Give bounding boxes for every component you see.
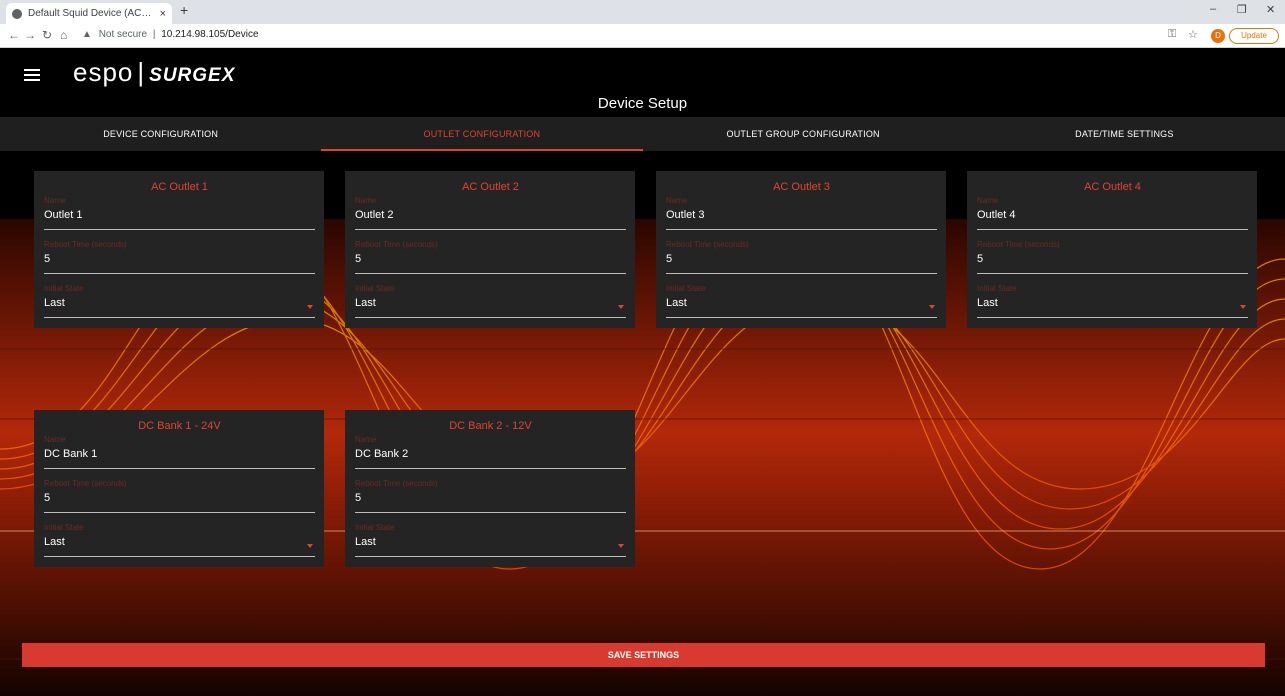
card-title: AC Outlet 4 xyxy=(1084,181,1141,193)
name-label: Name xyxy=(355,435,377,444)
name-input[interactable]: Outlet 4 xyxy=(977,206,1248,230)
menu-icon[interactable] xyxy=(24,69,40,81)
initial-state-select[interactable]: Last xyxy=(44,294,315,318)
name-label: Name xyxy=(666,196,688,205)
initial-state-label: Initial State xyxy=(977,284,1017,293)
card-title: DC Bank 2 - 12V xyxy=(449,420,532,432)
tab-outlet-configuration[interactable]: OUTLET CONFIGURATION xyxy=(321,117,643,151)
initial-state-select[interactable]: Last xyxy=(977,294,1248,318)
close-tab-icon[interactable]: × xyxy=(160,8,166,20)
name-input[interactable]: Outlet 2 xyxy=(355,206,626,230)
update-button[interactable]: Update xyxy=(1229,28,1279,44)
browser-tab-strip: Default Squid Device (ACMs672) × + – ❐ ✕ xyxy=(0,0,1285,24)
reboot-time-label: Reboot Time (seconds) xyxy=(44,240,127,249)
dropdown-arrow-icon[interactable] xyxy=(618,544,624,548)
dropdown-arrow-icon[interactable] xyxy=(307,544,313,548)
reboot-time-input[interactable]: 5 xyxy=(355,489,626,513)
url-field[interactable]: ▲ Not secure | 10.214.98.105/Device xyxy=(82,29,259,40)
minimize-icon[interactable]: – xyxy=(1210,3,1216,15)
card-title: DC Bank 1 - 24V xyxy=(138,420,221,432)
forward-icon[interactable]: → xyxy=(24,28,36,42)
initial-state-label: Initial State xyxy=(355,523,395,532)
initial-state-label: Initial State xyxy=(666,284,706,293)
reboot-time-input[interactable]: 5 xyxy=(977,250,1248,274)
reboot-time-label: Reboot Time (seconds) xyxy=(977,240,1060,249)
address-bar-row: ← → ↻ ⌂ ▲ Not secure | 10.214.98.105/Dev… xyxy=(0,24,1285,48)
tab-device-configuration[interactable]: DEVICE CONFIGURATION xyxy=(0,117,321,151)
dc-bank-card: DC Bank 1 - 24V Name DC Bank 1 Reboot Ti… xyxy=(34,410,324,567)
reboot-time-input[interactable]: 5 xyxy=(44,250,315,274)
app-root: espo | SURGEX Device Setup DEVICE CONFIGUR… xyxy=(0,49,1285,696)
initial-state-label: Initial State xyxy=(44,284,84,293)
reboot-time-input[interactable]: 5 xyxy=(44,489,315,513)
name-input[interactable]: Outlet 3 xyxy=(666,206,937,230)
dropdown-arrow-icon[interactable] xyxy=(618,305,624,309)
warning-icon: ▲ xyxy=(82,29,92,40)
key-icon[interactable]: ⚿ xyxy=(1168,28,1176,41)
outlet-card: AC Outlet 4 Name Outlet 4 Reboot Time (s… xyxy=(967,171,1257,328)
config-tabs: DEVICE CONFIGURATION OUTLET CONFIGURATIO… xyxy=(0,117,1285,151)
outlet-card: AC Outlet 1 Name Outlet 1 Reboot Time (s… xyxy=(34,171,324,328)
globe-icon xyxy=(12,8,22,19)
reboot-time-label: Reboot Time (seconds) xyxy=(44,479,127,488)
initial-state-select[interactable]: Last xyxy=(355,533,626,557)
name-input[interactable]: DC Bank 1 xyxy=(44,445,315,469)
tab-date-time-settings[interactable]: DATE/TIME SETTINGS xyxy=(964,117,1285,151)
reboot-time-input[interactable]: 5 xyxy=(666,250,937,274)
dc-bank-card: DC Bank 2 - 12V Name DC Bank 2 Reboot Ti… xyxy=(345,410,635,567)
name-input[interactable]: DC Bank 2 xyxy=(355,445,626,469)
reboot-time-label: Reboot Time (seconds) xyxy=(355,479,438,488)
card-title: AC Outlet 1 xyxy=(151,181,208,193)
url-text: 10.214.98.105/Device xyxy=(161,29,259,40)
reboot-time-label: Reboot Time (seconds) xyxy=(666,240,749,249)
profile-avatar[interactable]: D xyxy=(1211,29,1225,43)
card-title: AC Outlet 3 xyxy=(773,181,830,193)
espo-surgex-logo: espo | SURGEX xyxy=(73,57,236,87)
initial-state-label: Initial State xyxy=(44,523,84,532)
window-close-icon[interactable]: ✕ xyxy=(1266,3,1275,16)
back-icon[interactable]: ← xyxy=(8,28,20,42)
save-settings-button[interactable]: SAVE SETTINGS xyxy=(22,643,1265,667)
home-icon[interactable]: ⌂ xyxy=(60,28,67,42)
restore-icon[interactable]: ❐ xyxy=(1237,3,1247,16)
browser-tab[interactable]: Default Squid Device (ACMs672) × xyxy=(6,3,172,24)
url-separator: | xyxy=(152,29,156,40)
reboot-time-label: Reboot Time (seconds) xyxy=(355,240,438,249)
reboot-time-input[interactable]: 5 xyxy=(355,250,626,274)
outlet-card: AC Outlet 2 Name Outlet 2 Reboot Time (s… xyxy=(345,171,635,328)
name-label: Name xyxy=(355,196,377,205)
security-status: Not secure xyxy=(98,29,148,40)
name-label: Name xyxy=(977,196,999,205)
name-input[interactable]: Outlet 1 xyxy=(44,206,315,230)
name-label: Name xyxy=(44,196,66,205)
tab-outlet-group-configuration[interactable]: OUTLET GROUP CONFIGURATION xyxy=(643,117,964,151)
new-tab-button[interactable]: + xyxy=(180,2,188,18)
dropdown-arrow-icon[interactable] xyxy=(1240,305,1246,309)
dropdown-arrow-icon[interactable] xyxy=(307,305,313,309)
reload-icon[interactable]: ↻ xyxy=(42,28,52,42)
browser-tab-title: Default Squid Device (ACMs672) xyxy=(28,8,156,19)
initial-state-label: Initial State xyxy=(355,284,395,293)
page-title: Device Setup xyxy=(597,95,688,112)
star-icon[interactable]: ☆ xyxy=(1188,28,1198,41)
card-title: AC Outlet 2 xyxy=(462,181,519,193)
dropdown-arrow-icon[interactable] xyxy=(929,305,935,309)
initial-state-select[interactable]: Last xyxy=(355,294,626,318)
initial-state-select[interactable]: Last xyxy=(666,294,937,318)
name-label: Name xyxy=(44,435,66,444)
outlet-card: AC Outlet 3 Name Outlet 3 Reboot Time (s… xyxy=(656,171,946,328)
initial-state-select[interactable]: Last xyxy=(44,533,315,557)
